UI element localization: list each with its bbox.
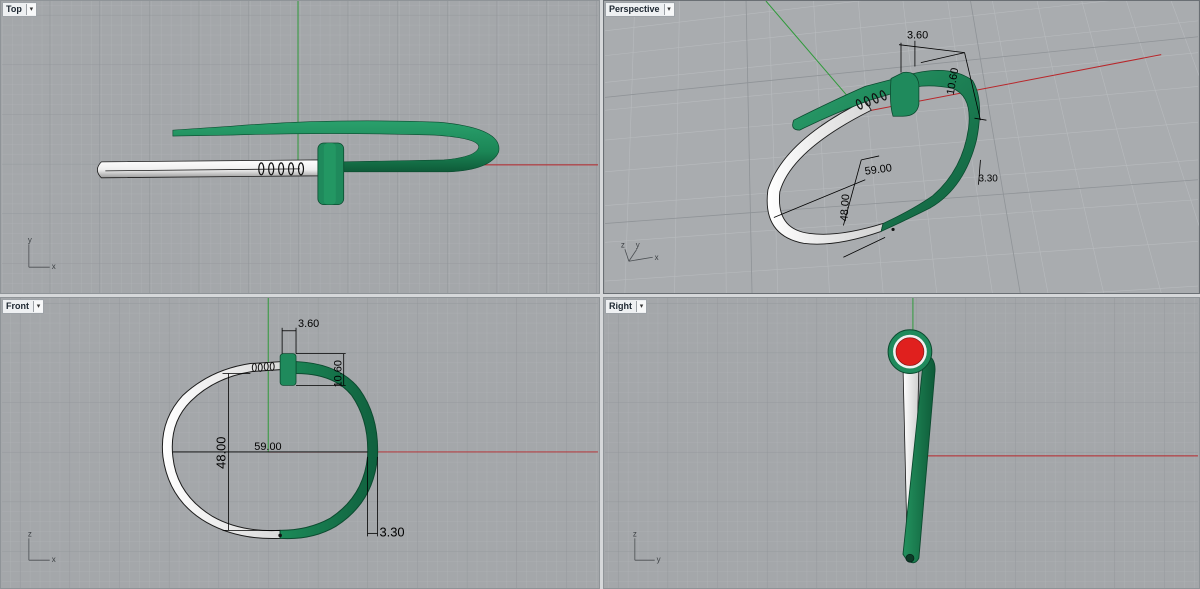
chevron-down-icon[interactable]: ▾ [636, 301, 646, 312]
viewport-top-canvas[interactable]: y x [1, 1, 599, 293]
axis-label-depth: z [621, 240, 625, 249]
viewport-title-label: Front [6, 301, 29, 311]
viewport-perspective[interactable]: 3.60 10.60 59.00 48.00 3.30 z y x Perspe… [603, 0, 1200, 294]
viewport-title-label: Right [609, 301, 632, 311]
viewport-title-front[interactable]: Front ▾ [2, 299, 44, 314]
dim-head-height: 10.60 [333, 360, 345, 387]
viewport-perspective-canvas[interactable]: 3.60 10.60 59.00 48.00 3.30 z y x [604, 1, 1199, 293]
dim-inner-height: 48.00 [214, 437, 229, 469]
chevron-down-icon[interactable]: ▾ [33, 301, 43, 312]
axis-label-vertical: z [28, 529, 32, 538]
chevron-down-icon[interactable]: ▾ [663, 4, 674, 15]
axis-label-horizontal: y [657, 555, 661, 564]
axis-label-vertical: y [28, 235, 32, 244]
viewport-front-canvas[interactable]: 3.60 10.60 59.00 48.00 3.30 z x [1, 298, 599, 588]
dim-inner-height: 48.00 [838, 194, 852, 222]
dim-inner-width: 59.00 [254, 441, 281, 453]
dim-band-thickness: 3.30 [379, 524, 404, 539]
dim-head-width: 3.60 [298, 318, 319, 330]
axis-label-horizontal: x [52, 555, 56, 564]
viewport-front[interactable]: 3.60 10.60 59.00 48.00 3.30 z x Front ▾ [0, 297, 600, 589]
chevron-down-icon[interactable]: ▾ [25, 4, 36, 15]
axis-label-vertical: y [636, 240, 640, 249]
dim-head-width: 3.60 [907, 30, 928, 42]
viewport-title-label: Top [6, 4, 22, 14]
axis-label-vertical: z [633, 529, 637, 538]
viewport-title-label: Perspective [609, 4, 660, 14]
viewport-title-top[interactable]: Top ▾ [2, 2, 37, 17]
axis-label-horizontal: x [655, 253, 659, 262]
dim-band-thickness: 3.30 [978, 174, 998, 185]
viewport-title-perspective[interactable]: Perspective ▾ [605, 2, 675, 17]
viewport-top[interactable]: y x Top ▾ [0, 0, 600, 294]
viewport-right-canvas[interactable]: z y [604, 298, 1199, 588]
viewport-right[interactable]: z y Right ▾ [603, 297, 1200, 589]
viewport-layout: y x Top ▾ 3.60 10.60 59.00 48.00 3.30 z … [0, 0, 1200, 589]
viewport-title-right[interactable]: Right ▾ [605, 299, 647, 314]
axis-label-horizontal: x [52, 262, 56, 271]
